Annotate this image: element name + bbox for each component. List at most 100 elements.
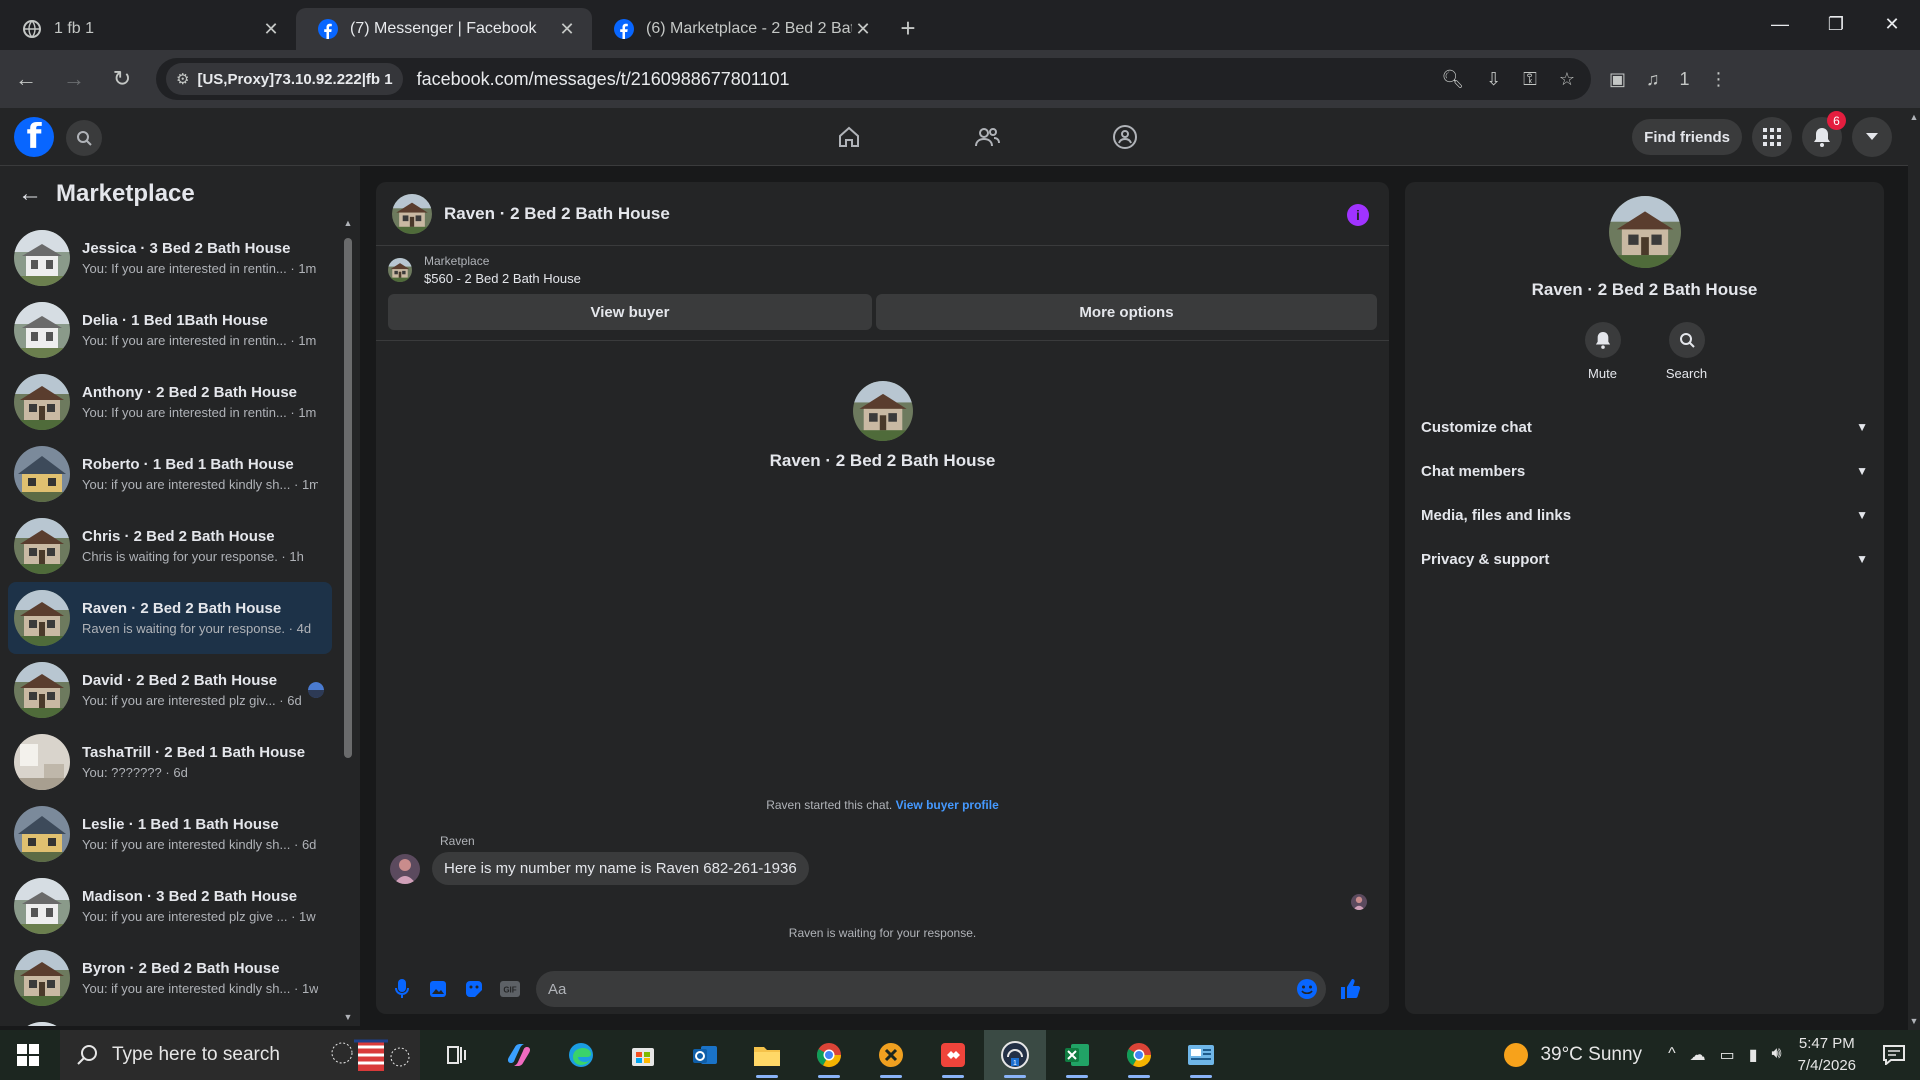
find-friends-button[interactable]: Find friends <box>1632 119 1742 155</box>
taskbar-search-box[interactable]: Type here to search <box>60 1030 420 1080</box>
copilot-icon[interactable] <box>488 1030 550 1080</box>
weather-widget[interactable]: 39°C Sunny <box>1504 1043 1642 1067</box>
close-window-icon[interactable]: ✕ <box>1864 0 1920 48</box>
conversation-item[interactable]: Anthony · 2 Bed 2 Bath House You: If you … <box>8 366 332 438</box>
photo-icon[interactable] <box>426 977 450 1001</box>
conversation-item[interactable]: Nicko · 1 Bed 1 Bath House <box>8 1014 332 1026</box>
conversation-item[interactable]: Chris · 2 Bed 2 Bath House Chris is waiti… <box>8 510 332 582</box>
message-input[interactable]: Aa <box>536 971 1326 1007</box>
install-app-icon[interactable]: ⇩ <box>1486 69 1501 90</box>
chat-members-section[interactable]: Chat members ▼ <box>1421 449 1868 493</box>
bookmark-star-icon[interactable]: ☆ <box>1559 69 1575 90</box>
media-files-links-section[interactable]: Media, files and links ▼ <box>1421 493 1868 537</box>
scroll-up-arrow-icon[interactable]: ▲ <box>342 218 354 228</box>
chrome-icon[interactable] <box>1108 1030 1170 1080</box>
thumbs-up-icon[interactable] <box>1338 977 1362 1001</box>
conversation-item[interactable]: Jessica · 3 Bed 2 Bath House You: If you … <box>8 222 332 294</box>
anydesk-icon[interactable] <box>922 1030 984 1080</box>
meet-now-icon[interactable]: ▭ <box>1720 1045 1735 1065</box>
friends-icon[interactable] <box>918 114 1056 160</box>
back-icon[interactable]: ← <box>4 57 48 101</box>
scroll-down-arrow-icon[interactable]: ▼ <box>342 1012 354 1022</box>
browser-tab-1[interactable]: 1 fb 1 ✕ <box>0 8 296 50</box>
side-panel-icon[interactable]: ▣ <box>1609 69 1626 90</box>
profile-count[interactable]: 1 <box>1680 69 1690 90</box>
browser-tab-3[interactable]: (6) Marketplace - 2 Bed 2 Bath I ✕ <box>592 8 888 50</box>
url-text[interactable]: facebook.com/messages/t/2160988677801101 <box>417 69 1442 90</box>
scroll-up-arrow-icon[interactable]: ▲ <box>1908 112 1920 122</box>
privacy-support-section[interactable]: Privacy & support ▼ <box>1421 537 1868 581</box>
reload-icon[interactable]: ↻ <box>100 57 144 101</box>
info-avatar[interactable] <box>1609 196 1681 268</box>
volume-icon[interactable]: 🔊︎ <box>1772 1045 1782 1065</box>
onedrive-icon[interactable]: ☁ <box>1690 1045 1706 1065</box>
page-scrollbar[interactable]: ▲ ▼ <box>1908 108 1920 1030</box>
conversation-item[interactable]: Delia · 1 Bed 1Bath House You: If you are… <box>8 294 332 366</box>
notification-center-icon[interactable] <box>1874 1045 1914 1065</box>
view-buyer-profile-link[interactable]: View buyer profile <box>896 798 999 812</box>
ixbrowser-icon[interactable] <box>860 1030 922 1080</box>
outlook-icon[interactable] <box>674 1030 736 1080</box>
marketplace-listing-row[interactable]: Marketplace $560 - 2 Bed 2 Bath House <box>376 246 1389 286</box>
customize-chat-section[interactable]: Customize chat ▼ <box>1421 405 1868 449</box>
task-view-icon[interactable] <box>426 1030 488 1080</box>
apps-menu-icon[interactable] <box>1752 117 1792 157</box>
conversation-item[interactable]: Raven · 2 Bed 2 Bath House Raven is waiti… <box>8 582 332 654</box>
gif-icon[interactable]: GIF <box>498 977 522 1001</box>
chat-avatar[interactable] <box>392 194 432 234</box>
scrollbar-thumb[interactable] <box>344 238 352 758</box>
chat-title[interactable]: Raven · 2 Bed 2 Bath House <box>444 204 670 224</box>
conversation-item[interactable]: TashaTrill · 2 Bed 1 Bath House You: ????… <box>8 726 332 798</box>
microsoft-store-icon[interactable] <box>612 1030 674 1080</box>
browser-tab-2[interactable]: (7) Messenger | Facebook ✕ <box>296 8 592 50</box>
home-icon[interactable] <box>780 114 918 160</box>
minimize-icon[interactable]: — <box>1752 0 1808 48</box>
conversation-item[interactable]: Leslie · 1 Bed 1 Bath House You: if you a… <box>8 798 332 870</box>
control-panel-icon[interactable] <box>1170 1030 1232 1080</box>
new-tab-button[interactable]: + <box>888 8 928 50</box>
groups-icon[interactable] <box>1056 114 1194 160</box>
conversation-item[interactable]: David · 2 Bed 2 Bath House You: if you ar… <box>8 654 332 726</box>
view-buyer-button[interactable]: View buyer <box>388 294 872 330</box>
file-explorer-icon[interactable] <box>736 1030 798 1080</box>
search-conversation-button[interactable]: Search <box>1663 322 1711 381</box>
sender-avatar[interactable] <box>390 854 420 884</box>
mute-button[interactable]: Mute <box>1579 322 1627 381</box>
emoji-icon[interactable] <box>1296 978 1318 1000</box>
intro-name: Raven · 2 Bed 2 Bath House <box>769 451 996 470</box>
address-bar[interactable]: ⚙ [US,Proxy]73.10.92.222|fb 1 facebook.c… <box>156 58 1591 100</box>
scroll-down-arrow-icon[interactable]: ▼ <box>1908 1016 1920 1026</box>
search-icon[interactable] <box>66 120 102 156</box>
excel-icon[interactable] <box>1046 1030 1108 1080</box>
account-dropdown-icon[interactable] <box>1852 117 1892 157</box>
sticker-icon[interactable] <box>462 977 486 1001</box>
battery-icon[interactable]: ▮ <box>1749 1045 1758 1065</box>
more-options-button[interactable]: More options <box>876 294 1377 330</box>
password-key-icon[interactable]: ⚿ <box>1523 69 1537 90</box>
back-arrow-icon[interactable]: ← <box>18 180 42 208</box>
sidebar-scrollbar[interactable]: ▲ ▼ <box>342 218 354 1022</box>
chevron-up-icon[interactable]: ^ <box>1668 1045 1676 1065</box>
close-icon[interactable]: ✕ <box>852 19 874 40</box>
windows-start-icon[interactable] <box>0 1030 56 1080</box>
conversation-item[interactable]: Roberto · 1 Bed 1 Bath House You: if you … <box>8 438 332 510</box>
message-bubble[interactable]: Here is my number my name is Raven 682-2… <box>432 852 809 885</box>
facebook-logo-icon[interactable]: f <box>14 117 54 157</box>
info-icon[interactable]: i <box>1347 204 1369 226</box>
conversation-item[interactable]: Madison · 3 Bed 2 Bath House You: if you … <box>8 870 332 942</box>
system-clock[interactable]: 5:47 PM 7/4/2026 <box>1798 1033 1856 1077</box>
speedometer-app-icon[interactable]: 1 <box>984 1030 1046 1080</box>
forward-icon[interactable]: → <box>52 57 96 101</box>
conversation-item[interactable]: Byron · 2 Bed 2 Bath House You: if you ar… <box>8 942 332 1014</box>
edge-browser-icon[interactable] <box>550 1030 612 1080</box>
menu-kebab-icon[interactable]: ⋮ <box>1710 69 1728 90</box>
site-info-chip[interactable]: ⚙ [US,Proxy]73.10.92.222|fb 1 <box>166 63 403 95</box>
close-icon[interactable]: ✕ <box>260 19 282 40</box>
microphone-icon[interactable] <box>390 977 414 1001</box>
restore-icon[interactable]: ❐ <box>1808 0 1864 48</box>
notifications-bell-icon[interactable]: 6 <box>1802 111 1846 157</box>
close-icon[interactable]: ✕ <box>556 19 578 40</box>
chrome-icon[interactable] <box>798 1030 860 1080</box>
zoom-icon[interactable]: 🔍︎ <box>1441 69 1464 90</box>
media-icon[interactable]: ♫ <box>1646 69 1660 90</box>
